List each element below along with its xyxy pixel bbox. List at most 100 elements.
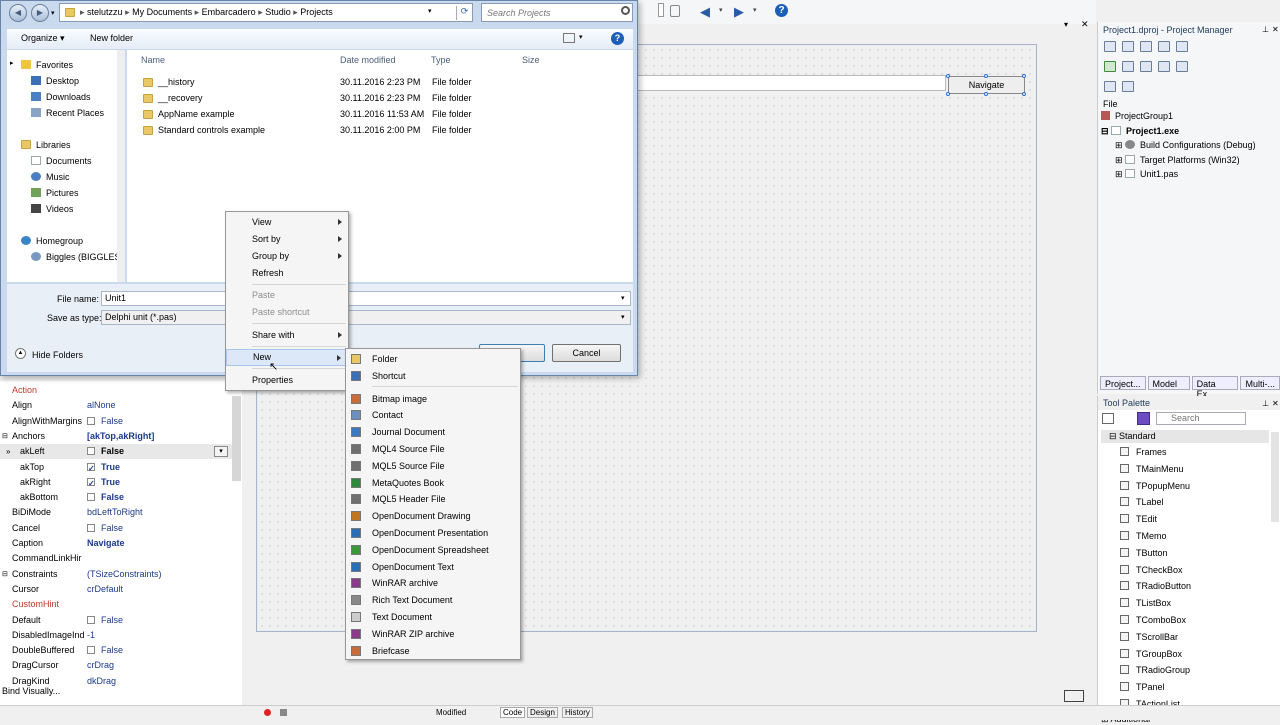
pm-close-icon[interactable]: ✕ [1272,25,1279,34]
expand-collapse-icon[interactable]: ⊟ [2,567,8,582]
breadcrumb-separator-icon[interactable]: ▸ [291,7,301,17]
new-item[interactable]: Journal Document [346,424,520,441]
view-dropdown-icon[interactable]: ▾ [579,33,583,41]
build-icon[interactable] [1122,80,1134,92]
tp-close-icon[interactable]: ✕ [1272,399,1279,408]
selection-handle[interactable] [946,74,950,78]
tree-item-build[interactable]: ⊞ Build Configurations (Debug) [1101,138,1280,153]
menu-item-paste-shortcut[interactable]: Paste shortcut [226,304,348,321]
new-item[interactable]: Bitmap image [346,391,520,408]
refresh-icon[interactable]: ⟳ [456,6,472,20]
property-value[interactable]: Navigate [87,536,125,551]
checkbox[interactable] [87,416,95,425]
view-options-icon[interactable] [563,33,575,43]
menu-item-group-by[interactable]: Group by [226,248,348,265]
breadcrumb-separator-icon[interactable]: ▸ [123,7,133,17]
property-value[interactable]: False [87,490,124,505]
save-type-dropdown-icon[interactable]: ▾ [621,313,625,321]
nav-computer[interactable]: Biggles (BIGGLES [31,252,121,262]
sync-icon[interactable] [1104,60,1116,72]
new-item[interactable]: MQL5 Header File [346,491,520,508]
property-row[interactable]: DisabledImageInd -1 [0,628,232,643]
nav-scrollbar[interactable] [117,50,125,282]
cancel-button[interactable]: Cancel [552,344,621,362]
bind-visually-link[interactable]: Bind Visually... [0,683,242,699]
property-value[interactable]: [akTop,akRight] [87,429,154,444]
view-icon[interactable] [1176,40,1188,52]
activate-icon[interactable] [1104,40,1116,52]
property-row[interactable]: CommandLinkHir [0,551,232,566]
checkbox[interactable] [87,523,95,532]
property-value[interactable]: False [87,414,123,429]
file-name-input[interactable]: Unit1 [101,291,631,306]
url-edit[interactable] [636,75,946,91]
palette-item[interactable]: TListBox [1120,595,1171,611]
palette-item[interactable]: TGroupBox [1120,646,1182,662]
property-value[interactable]: crDefault [87,582,123,597]
file-row[interactable]: __history 30.11.2016 2:23 PM File folder [127,75,627,90]
menu-item-paste[interactable]: Paste [226,287,348,304]
column-name[interactable]: Name [141,55,165,65]
property-value[interactable]: True [87,460,120,476]
tab-code[interactable]: Code [500,707,526,718]
menu-item-sort-by[interactable]: Sort by [226,231,348,248]
search-icon[interactable] [621,6,630,15]
new-item[interactable]: MetaQuotes Book [346,475,520,492]
property-row[interactable]: akLeft False ▾ » [0,444,232,460]
property-row[interactable]: Align alNone [0,398,232,413]
categories-icon[interactable] [1102,413,1114,424]
forward-arrow-icon[interactable]: ▶ [734,4,744,20]
property-value[interactable]: False [87,613,123,628]
nav-downloads[interactable]: Downloads [31,92,91,102]
property-value[interactable]: False [87,643,123,658]
column-date[interactable]: Date modified [340,55,396,65]
tree-item-target[interactable]: ⊞ Target Platforms (Win32) [1101,153,1280,168]
nav-libraries[interactable]: Libraries [21,140,71,150]
expand-icon[interactable] [1122,60,1134,72]
palette-filter-icon[interactable] [1137,412,1150,425]
compile-icon[interactable] [1104,80,1116,92]
new-item[interactable]: WinRAR ZIP archive [346,626,520,643]
menu-item-share-with[interactable]: Share with [226,327,348,344]
property-row[interactable]: AlignWithMargins False [0,414,232,429]
breadcrumb-item[interactable]: stelutzzu [87,7,123,17]
new-item[interactable]: Text Document [346,609,520,626]
palette-item[interactable]: TPopupMenu [1120,478,1190,494]
new-item[interactable]: Folder [346,351,520,368]
breadcrumb-item[interactable]: Embarcadero [202,7,256,17]
property-row[interactable]: Action [0,383,232,398]
property-value[interactable]: -1 [87,628,95,643]
nav-homegroup[interactable]: Homegroup [21,236,83,246]
palette-item[interactable]: TMemo [1120,528,1167,544]
property-value[interactable]: crDrag [87,658,114,673]
dropdown-arrow-icon[interactable] [658,3,664,17]
palette-item[interactable]: TRadioButton [1120,578,1191,594]
property-row[interactable]: Cancel False [0,521,232,536]
nav-pictures[interactable]: Pictures [31,188,79,198]
tree-item-group[interactable]: ProjectGroup1 [1101,109,1280,124]
new-item[interactable]: MQL4 Source File [346,441,520,458]
build-groups-icon[interactable] [1176,60,1188,72]
help-icon[interactable]: ? [775,4,788,17]
palette-item[interactable]: TPanel [1120,679,1165,695]
menu-item-refresh[interactable]: Refresh [226,265,348,282]
selection-handle[interactable] [984,92,988,96]
dock-dropdown-icon[interactable]: ▾ [1064,20,1068,29]
palette-item[interactable]: TLabel [1120,494,1164,510]
checkbox[interactable] [87,476,95,491]
expand-favorites-icon[interactable]: ▸ [10,59,14,67]
property-value[interactable]: False [87,444,124,459]
close-icon[interactable]: ✕ [1081,19,1089,30]
nav-videos[interactable]: Videos [31,204,73,214]
menu-item-properties[interactable]: Properties [226,372,348,389]
stop-icon[interactable] [280,709,287,716]
selection-handle[interactable] [1022,92,1026,96]
sort-icon[interactable] [1158,60,1170,72]
collapse-icon[interactable] [1140,60,1152,72]
property-row[interactable]: akTop True [0,460,232,476]
tab-multi-device[interactable]: Multi-... [1240,376,1280,390]
breadcrumb-separator-icon[interactable]: ▸ [192,7,202,17]
property-value[interactable]: True [87,475,120,491]
selection-handle[interactable] [984,74,988,78]
property-row[interactable]: Anchors [akTop,akRight] ⊟ [0,429,232,444]
